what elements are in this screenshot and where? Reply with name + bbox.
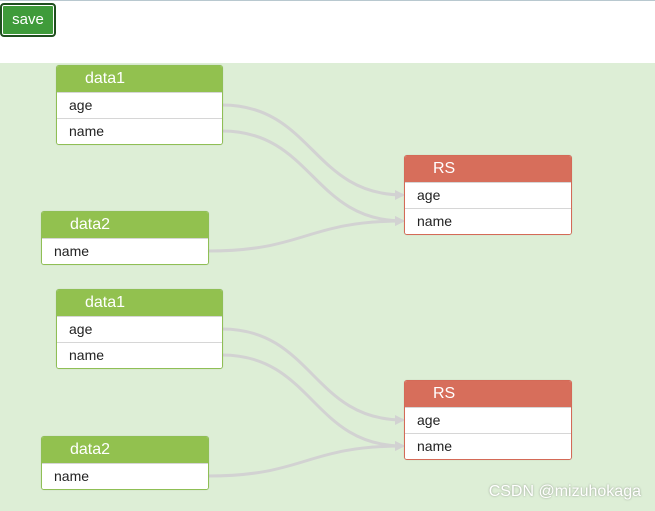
link-line[interactable]	[207, 216, 405, 253]
field-name[interactable]: name	[57, 342, 222, 368]
link-line[interactable]	[221, 103, 405, 200]
source-table-data2[interactable]: data2 name	[41, 436, 209, 490]
source-table-data1[interactable]: data1 age name	[56, 289, 223, 369]
target-table-rs[interactable]: RS age name	[404, 380, 572, 460]
field-age[interactable]: age	[57, 92, 222, 118]
table-title: data2	[42, 212, 208, 238]
save-button[interactable]: save	[0, 3, 56, 37]
link-line[interactable]	[221, 129, 405, 226]
top-border	[0, 0, 655, 1]
table-title: data1	[57, 290, 222, 316]
watermark: CSDN @mizuhokaga	[488, 483, 641, 500]
field-age[interactable]: age	[405, 407, 571, 433]
link-line[interactable]	[207, 441, 405, 478]
source-table-data1[interactable]: data1 age name	[56, 65, 223, 145]
field-name[interactable]: name	[57, 118, 222, 144]
link-line[interactable]	[221, 327, 405, 425]
field-age[interactable]: age	[405, 182, 571, 208]
table-title: data2	[42, 437, 208, 463]
field-age[interactable]: age	[57, 316, 222, 342]
field-name[interactable]: name	[42, 238, 208, 264]
field-name[interactable]: name	[42, 463, 208, 489]
source-table-data2[interactable]: data2 name	[41, 211, 209, 265]
table-title: RS	[405, 381, 571, 407]
link-line[interactable]	[221, 353, 405, 451]
table-title: RS	[405, 156, 571, 182]
target-table-rs[interactable]: RS age name	[404, 155, 572, 235]
field-name[interactable]: name	[405, 208, 571, 234]
field-name[interactable]: name	[405, 433, 571, 459]
mapping-canvas: data1 age name data2 name RS age name da…	[0, 63, 655, 511]
table-title: data1	[57, 66, 222, 92]
